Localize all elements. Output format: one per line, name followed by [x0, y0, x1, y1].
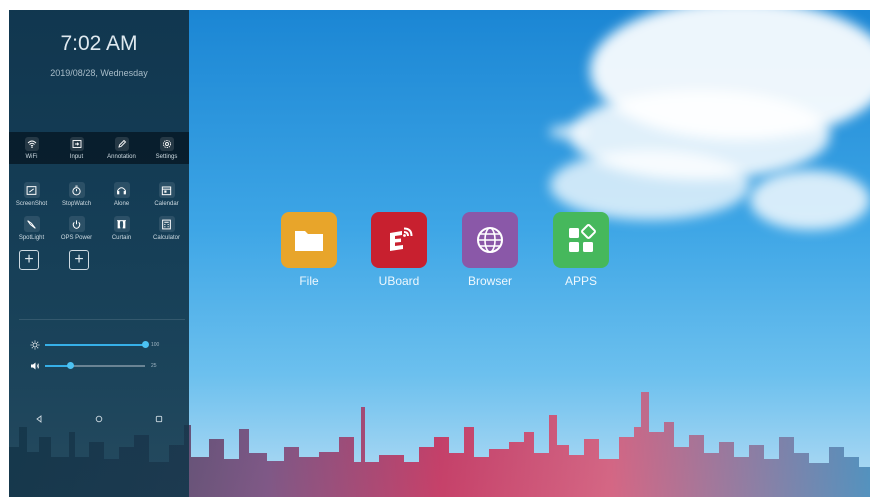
wifi-icon: [24, 136, 39, 151]
app-label: UBoard: [378, 274, 420, 288]
spotlight-icon: [23, 216, 40, 232]
stopwatch-icon: [68, 182, 85, 198]
back-icon: [36, 415, 42, 423]
quick-input[interactable]: Input: [57, 136, 97, 160]
quick-settings-bar: WiFi Input Annotation Settings: [9, 132, 189, 164]
tool-label: Curtain: [111, 235, 132, 241]
recents-button[interactable]: [149, 412, 169, 426]
speaker-icon: [29, 360, 41, 372]
volume-slider[interactable]: 25: [29, 360, 179, 372]
brightness-track[interactable]: [45, 341, 149, 348]
screenshot-icon: [23, 182, 40, 198]
brightness-icon: [29, 339, 41, 351]
tool-label: Calendar: [154, 201, 179, 207]
volume-value: 25: [151, 363, 157, 369]
navigation-bar: [9, 412, 189, 426]
tool-screenshot[interactable]: ScreenShot: [12, 182, 52, 216]
tool-calendar[interactable]: Calendar: [147, 182, 187, 216]
app-tile: [553, 212, 609, 268]
cloud: [549, 125, 589, 139]
tool-label: Alone: [113, 201, 130, 207]
control-panel: 7:02 AM 2019/08/28, Wednesday WiFi Input…: [9, 10, 189, 497]
clock-time: 7:02 AM: [60, 32, 138, 55]
quick-label: Settings: [155, 153, 178, 160]
tool-label: Calculator: [152, 235, 180, 241]
tool-alone[interactable]: Alone: [102, 182, 142, 216]
quick-annotation[interactable]: Annotation: [102, 136, 142, 160]
quick-label: Annotation: [107, 153, 136, 160]
home-icon: [95, 415, 103, 423]
tool-label: SpotLight: [18, 235, 45, 241]
add-tool-button[interactable]: +: [19, 250, 39, 270]
calculator-icon: [158, 216, 175, 232]
app-label: APPS: [564, 274, 597, 288]
tool-label: OPS Power: [60, 235, 93, 241]
uboard-icon: [390, 227, 413, 251]
tool-stopwatch[interactable]: StopWatch: [57, 182, 97, 216]
volume-knob[interactable]: [67, 362, 74, 369]
brightness-value: 100: [151, 342, 160, 348]
tool-calculator[interactable]: Calculator: [147, 216, 187, 250]
brightness-fill: [45, 344, 145, 346]
quick-label: Input: [69, 153, 84, 160]
desktop-screen: 7:02 AM 2019/08/28, Wednesday WiFi Input…: [9, 10, 870, 497]
recents-icon: [155, 415, 163, 423]
app-label: Browser: [467, 274, 512, 288]
curtain-icon: [113, 216, 130, 232]
quick-settings[interactable]: Settings: [147, 136, 187, 160]
tool-spotlight[interactable]: SpotLight: [12, 216, 52, 250]
folder-icon: [295, 231, 323, 251]
app-tile: [281, 212, 337, 268]
cloud: [750, 170, 870, 230]
cloud: [550, 150, 750, 220]
calendar-icon: [158, 182, 175, 198]
input-icon: [69, 136, 84, 151]
tool-ops-power[interactable]: OPS Power: [57, 216, 97, 250]
quick-label: WiFi: [25, 153, 38, 160]
back-button[interactable]: [29, 412, 49, 426]
app-uboard[interactable]: UBoard: [364, 212, 434, 288]
app-label: File: [299, 274, 319, 288]
quick-wifi[interactable]: WiFi: [12, 136, 52, 160]
tool-curtain[interactable]: Curtain: [102, 216, 142, 250]
pen-icon: [114, 136, 129, 151]
brightness-slider[interactable]: 100: [29, 339, 179, 351]
power-icon: [68, 216, 85, 232]
app-file[interactable]: File: [274, 212, 344, 288]
home-button[interactable]: [89, 412, 109, 426]
app-tile: [462, 212, 518, 268]
tool-label: ScreenShot: [15, 201, 48, 207]
headphones-icon: [113, 182, 130, 198]
volume-track[interactable]: [45, 362, 145, 369]
app-tile: [371, 212, 427, 268]
apps-grid-icon: [569, 224, 596, 252]
tools-grid: ScreenShot StopWatch Alone Calendar Spot…: [9, 182, 189, 270]
brightness-knob[interactable]: [142, 341, 149, 348]
add-tool-button[interactable]: +: [69, 250, 89, 270]
globe-icon: [477, 227, 503, 253]
clock-date: 2019/08/28, Wednesday: [50, 68, 148, 78]
tool-label: StopWatch: [61, 201, 92, 207]
panel-divider: [19, 319, 185, 320]
app-browser[interactable]: Browser: [455, 212, 525, 288]
gear-icon: [159, 136, 174, 151]
app-apps[interactable]: APPS: [546, 212, 616, 288]
